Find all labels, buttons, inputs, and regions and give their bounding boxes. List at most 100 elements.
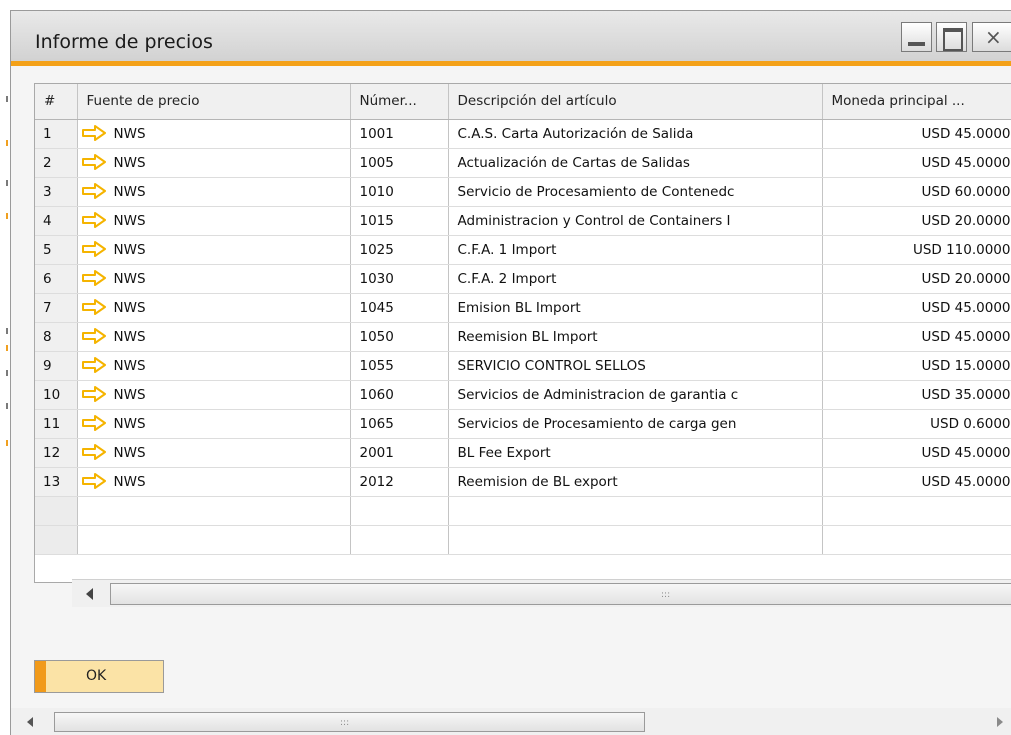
item-number-cell[interactable]: 1060	[350, 380, 449, 410]
table-row[interactable]: 3 NWS 1010 Servicio de Procesamiento de Con…	[35, 177, 1011, 207]
main-currency-price-cell[interactable]: USD 45.0000	[822, 293, 1011, 323]
price-source-cell[interactable]: NWS	[77, 351, 351, 381]
row-index[interactable]: 7	[35, 293, 78, 323]
empty-cell[interactable]	[350, 525, 449, 555]
table-row[interactable]: 12 NWS 2001 BL Fee Export USD 45.0000	[35, 438, 1011, 468]
item-description-cell[interactable]: Administracion y Control de Containers I	[448, 206, 823, 236]
price-source-cell[interactable]: NWS	[77, 264, 351, 294]
empty-row[interactable]	[35, 496, 1011, 526]
column-header-main-currency[interactable]: Moneda principal ...	[822, 84, 1011, 120]
price-source-cell[interactable]: NWS	[77, 467, 351, 497]
close-button[interactable]: ×	[972, 22, 1011, 52]
row-index[interactable]	[35, 496, 78, 526]
link-arrow-icon[interactable]	[81, 357, 114, 374]
item-number-cell[interactable]: 1055	[350, 351, 449, 381]
item-description-cell[interactable]: Servicios de Administracion de garantia …	[448, 380, 823, 410]
table-row[interactable]: 2 NWS 1005 Actualización de Cartas de Salid…	[35, 148, 1011, 178]
title-bar[interactable]: Informe de precios ×	[11, 11, 1011, 61]
main-currency-price-cell[interactable]: USD 45.0000	[822, 438, 1011, 468]
ok-button[interactable]: OK	[34, 660, 164, 693]
row-index[interactable]: 1	[35, 119, 78, 149]
main-currency-price-cell[interactable]: USD 45.0000	[822, 322, 1011, 352]
price-source-cell[interactable]: NWS	[77, 438, 351, 468]
main-currency-price-cell[interactable]: USD 45.0000	[822, 467, 1011, 497]
minimize-button[interactable]	[901, 22, 932, 52]
link-arrow-icon[interactable]	[81, 241, 114, 258]
row-index[interactable]: 6	[35, 264, 78, 294]
row-index[interactable]: 4	[35, 206, 78, 236]
price-source-cell[interactable]: NWS	[77, 235, 351, 265]
column-header-number[interactable]: Númer...	[350, 84, 449, 120]
table-row[interactable]: 10 NWS 1060 Servicios de Administracion de …	[35, 380, 1011, 410]
row-index[interactable]: 2	[35, 148, 78, 178]
price-source-cell[interactable]: NWS	[77, 177, 351, 207]
scrollbar-thumb[interactable]: :::	[54, 712, 645, 732]
scroll-left-icon[interactable]	[86, 588, 93, 600]
item-number-cell[interactable]: 1045	[350, 293, 449, 323]
table-row[interactable]: 4 NWS 1015 Administracion y Control de Cont…	[35, 206, 1011, 236]
main-currency-price-cell[interactable]: USD 20.0000	[822, 264, 1011, 294]
empty-cell[interactable]	[822, 496, 1011, 526]
scroll-left-icon[interactable]	[27, 717, 33, 727]
row-index[interactable]	[35, 525, 78, 555]
item-number-cell[interactable]: 1025	[350, 235, 449, 265]
empty-cell[interactable]	[822, 525, 1011, 555]
table-row[interactable]: 6 NWS 1030 C.F.A. 2 Import USD 20.0000	[35, 264, 1011, 294]
link-arrow-icon[interactable]	[81, 183, 114, 200]
row-index[interactable]: 10	[35, 380, 78, 410]
row-index[interactable]: 5	[35, 235, 78, 265]
empty-cell[interactable]	[350, 496, 449, 526]
main-currency-price-cell[interactable]: USD 15.0000	[822, 351, 1011, 381]
item-number-cell[interactable]: 2012	[350, 467, 449, 497]
link-arrow-icon[interactable]	[81, 154, 114, 171]
table-row[interactable]: 1 NWS 1001 C.A.S. Carta Autorización de Sal…	[35, 119, 1011, 149]
row-index[interactable]: 8	[35, 322, 78, 352]
price-source-cell[interactable]: NWS	[77, 119, 351, 149]
item-description-cell[interactable]: Servicio de Procesamiento de Contenedc	[448, 177, 823, 207]
price-source-cell[interactable]: NWS	[77, 148, 351, 178]
column-header-price-source[interactable]: Fuente de precio	[77, 84, 351, 120]
link-arrow-icon[interactable]	[81, 386, 114, 403]
empty-cell[interactable]	[77, 496, 351, 526]
empty-cell[interactable]	[448, 496, 823, 526]
link-arrow-icon[interactable]	[81, 328, 114, 345]
maximize-button[interactable]	[936, 22, 967, 52]
item-number-cell[interactable]: 1005	[350, 148, 449, 178]
empty-row[interactable]	[35, 525, 1011, 555]
link-arrow-icon[interactable]	[81, 125, 114, 142]
row-index[interactable]: 13	[35, 467, 78, 497]
item-number-cell[interactable]: 1010	[350, 177, 449, 207]
empty-cell[interactable]	[448, 525, 823, 555]
item-description-cell[interactable]: Servicios de Procesamiento de carga gen	[448, 409, 823, 439]
item-number-cell[interactable]: 2001	[350, 438, 449, 468]
table-row[interactable]: 9 NWS 1055 SERVICIO CONTROL SELLOS USD 15.00…	[35, 351, 1011, 381]
item-description-cell[interactable]: Reemision BL Import	[448, 322, 823, 352]
main-currency-price-cell[interactable]: USD 20.0000	[822, 206, 1011, 236]
price-source-cell[interactable]: NWS	[77, 206, 351, 236]
price-source-cell[interactable]: NWS	[77, 380, 351, 410]
table-row[interactable]: 7 NWS 1045 Emision BL Import USD 45.0000	[35, 293, 1011, 323]
row-index[interactable]: 3	[35, 177, 78, 207]
item-number-cell[interactable]: 1050	[350, 322, 449, 352]
link-arrow-icon[interactable]	[81, 415, 114, 432]
item-description-cell[interactable]: BL Fee Export	[448, 438, 823, 468]
table-row[interactable]: 5 NWS 1025 C.F.A. 1 Import USD 110.0000	[35, 235, 1011, 265]
scroll-right-icon[interactable]	[997, 717, 1003, 727]
link-arrow-icon[interactable]	[81, 473, 114, 490]
item-description-cell[interactable]: C.F.A. 1 Import	[448, 235, 823, 265]
item-description-cell[interactable]: C.F.A. 2 Import	[448, 264, 823, 294]
table-row[interactable]: 11 NWS 1065 Servicios de Procesamiento de c…	[35, 409, 1011, 439]
scrollbar-thumb[interactable]: :::	[110, 583, 1011, 605]
table-row[interactable]: 8 NWS 1050 Reemision BL Import USD 45.0000	[35, 322, 1011, 352]
table-row[interactable]: 13 NWS 2012 Reemision de BL export USD 45.00…	[35, 467, 1011, 497]
empty-cell[interactable]	[77, 525, 351, 555]
grid-horizontal-scrollbar[interactable]: :::	[72, 579, 1011, 607]
item-number-cell[interactable]: 1015	[350, 206, 449, 236]
main-currency-price-cell[interactable]: USD 35.0000	[822, 380, 1011, 410]
price-source-cell[interactable]: NWS	[77, 293, 351, 323]
row-index[interactable]: 9	[35, 351, 78, 381]
link-arrow-icon[interactable]	[81, 212, 114, 229]
main-currency-price-cell[interactable]: USD 60.0000	[822, 177, 1011, 207]
column-header-index[interactable]: #	[35, 84, 78, 120]
item-number-cell[interactable]: 1001	[350, 119, 449, 149]
